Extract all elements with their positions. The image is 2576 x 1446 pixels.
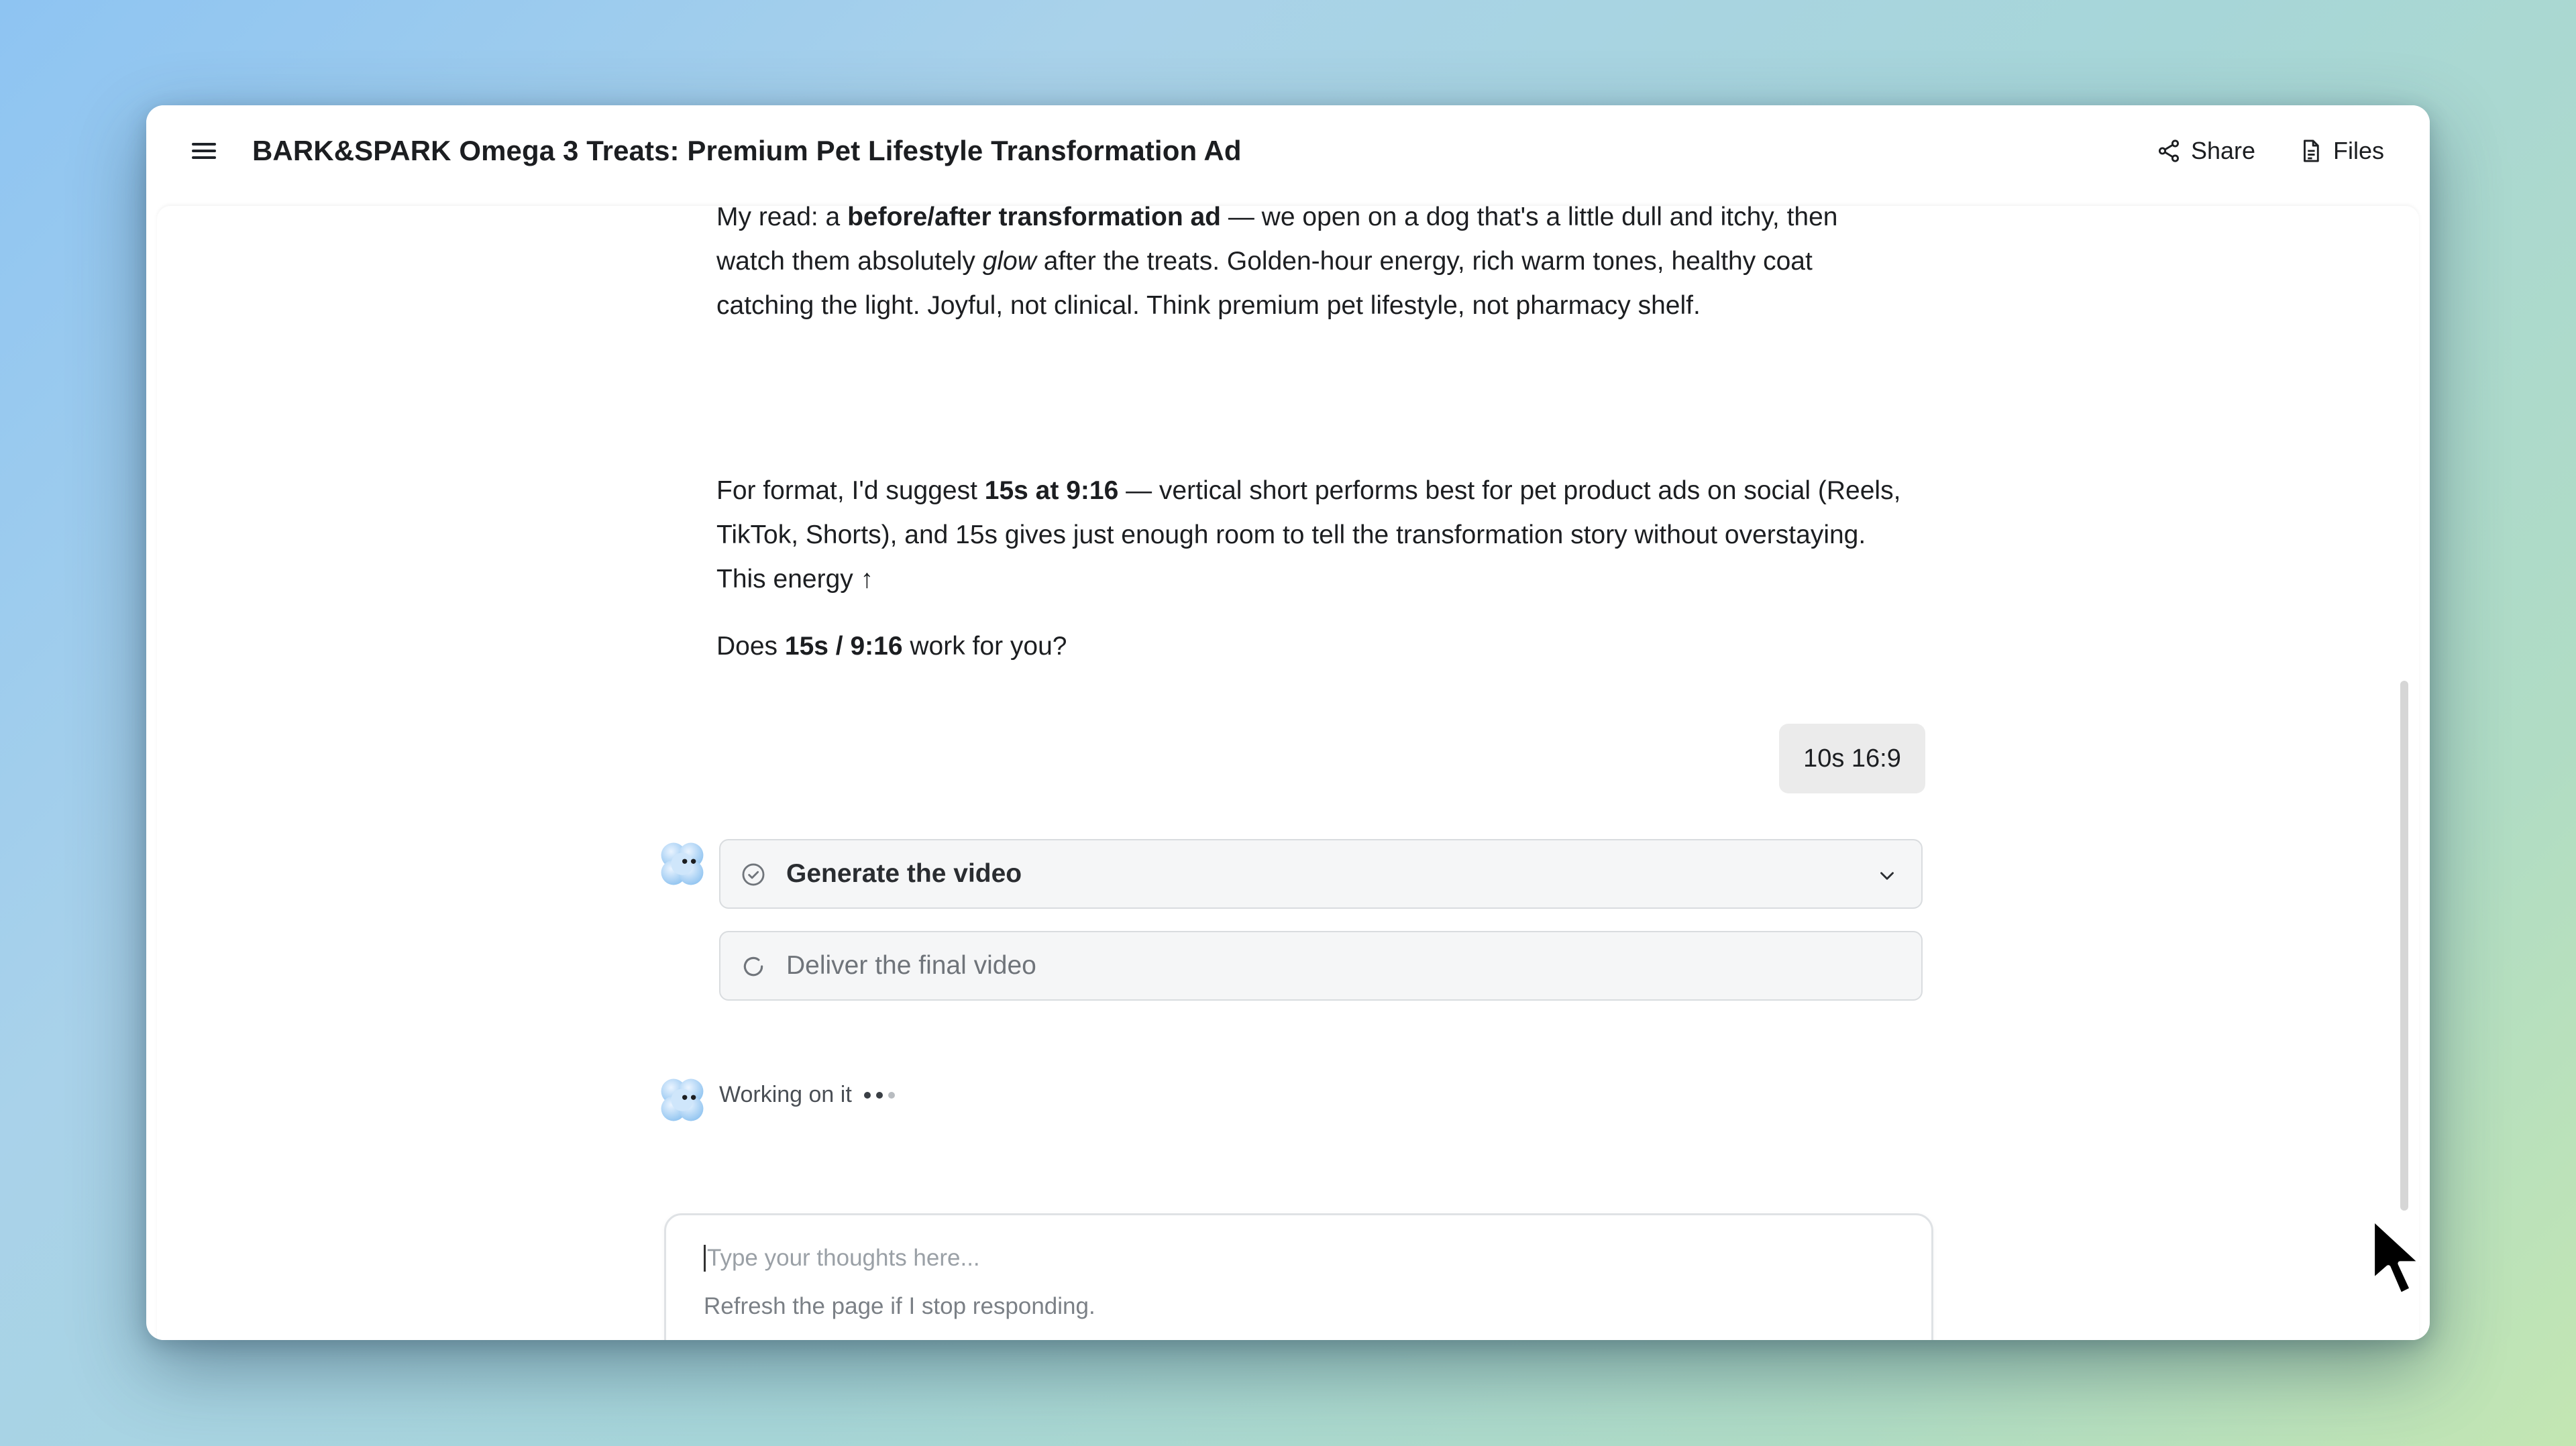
share-label: Share bbox=[2191, 137, 2256, 164]
assistant-message-paragraph: My read: a before/after transformation a… bbox=[716, 206, 1904, 328]
page-title: BARK&SPARK Omega 3 Treats: Premium Pet L… bbox=[252, 135, 1242, 166]
files-label: Files bbox=[2333, 137, 2385, 164]
assistant-avatar-icon bbox=[661, 1078, 704, 1121]
text-span: work for you? bbox=[902, 632, 1067, 661]
text-span: Does bbox=[716, 632, 785, 661]
bold-text: before/after transformation ad bbox=[847, 206, 1222, 231]
share-icon bbox=[2158, 140, 2180, 162]
task-label: Deliver the final video bbox=[786, 951, 1036, 980]
bold-text: 15s / 9:16 bbox=[784, 632, 903, 661]
message-composer[interactable]: Type your thoughts here... Refresh the p… bbox=[664, 1213, 1933, 1340]
files-button[interactable]: Files bbox=[2298, 133, 2384, 168]
chevron-down-icon[interactable] bbox=[1876, 865, 1898, 887]
message-input[interactable]: Type your thoughts here... bbox=[704, 1245, 980, 1272]
user-message-bubble: 10s 16:9 bbox=[1779, 724, 1925, 793]
typing-dots-icon bbox=[863, 1091, 895, 1099]
task-generate-video[interactable]: Generate the video bbox=[719, 839, 1923, 909]
assistant-avatar-icon bbox=[661, 842, 704, 885]
hamburger-menu-icon[interactable] bbox=[191, 137, 217, 164]
check-circle-icon bbox=[742, 863, 765, 886]
working-status-label: Working on it bbox=[719, 1082, 852, 1107]
assistant-message-paragraph: For format, I'd suggest 15s at 9:16 — ve… bbox=[716, 469, 1904, 602]
top-bar: BARK&SPARK Omega 3 Treats: Premium Pet L… bbox=[146, 105, 2430, 198]
working-status: Working on it bbox=[719, 1082, 895, 1108]
app-window: BARK&SPARK Omega 3 Treats: Premium Pet L… bbox=[146, 105, 2430, 1340]
task-label: Generate the video bbox=[786, 859, 1022, 888]
spinner-icon bbox=[743, 956, 763, 977]
composer-hint: Refresh the page if I stop responding. bbox=[704, 1293, 1095, 1319]
task-deliver-final-video[interactable]: Deliver the final video bbox=[719, 931, 1923, 1001]
mouse-pointer-icon bbox=[2370, 1215, 2424, 1298]
italic-text: glow bbox=[982, 247, 1036, 276]
text-span: My read: a bbox=[716, 206, 848, 231]
share-button[interactable]: Share bbox=[2156, 133, 2255, 168]
text-span: For format, I'd suggest bbox=[716, 476, 985, 505]
scrollbar-thumb[interactable] bbox=[2400, 681, 2408, 1211]
bold-text: 15s at 9:16 bbox=[984, 476, 1119, 505]
chat-area: My read: a before/after transformation a… bbox=[157, 206, 2419, 1340]
assistant-message-paragraph: Does 15s / 9:16 work for you? bbox=[716, 624, 1904, 669]
file-icon bbox=[2304, 140, 2319, 162]
scrollbar[interactable] bbox=[2399, 211, 2410, 1311]
